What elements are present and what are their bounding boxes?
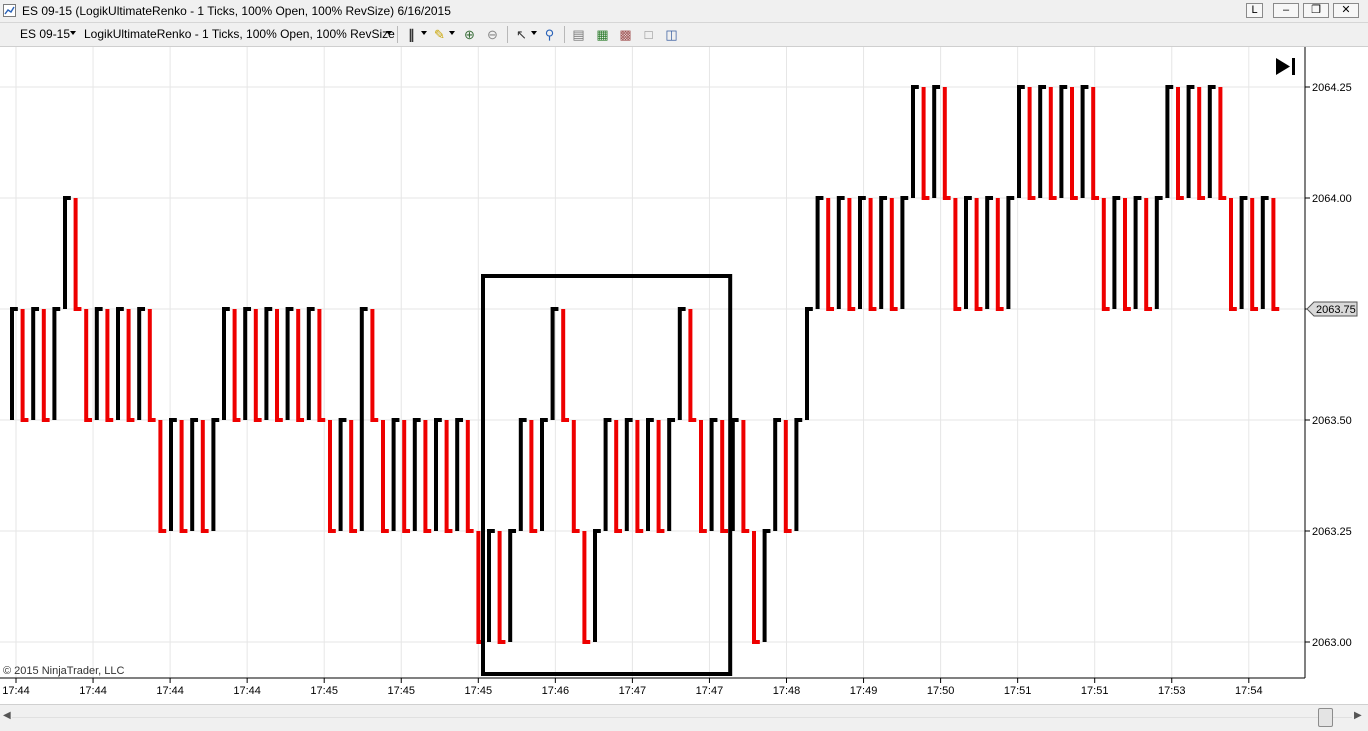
x-tick-label: 17:54 <box>1235 685 1263 697</box>
templates-icon[interactable]: ◫ <box>663 26 680 43</box>
horizontal-scrollbar[interactable]: ◀ ▶ <box>0 704 1368 731</box>
x-tick-label: 17:49 <box>850 685 878 697</box>
x-tick-label: 17:53 <box>1158 685 1186 697</box>
zoom-in-icon[interactable]: ⊕ <box>461 26 478 43</box>
x-tick-label: 17:47 <box>619 685 647 697</box>
magnifier-icon[interactable]: ⚲ <box>541 26 558 43</box>
minimize-button[interactable]: – <box>1273 3 1299 18</box>
instrument-selector[interactable]: ES 09-15 <box>20 27 70 41</box>
scroll-track[interactable] <box>12 717 1352 718</box>
maximize-button[interactable]: ❐ <box>1303 3 1329 18</box>
x-tick-label: 17:48 <box>773 685 801 697</box>
x-tick-label: 17:51 <box>1081 685 1109 697</box>
toolbar-separator <box>564 26 565 43</box>
strategies-icon[interactable]: ▩ <box>617 26 634 43</box>
current-price-tag: 2063.75 <box>1306 301 1358 317</box>
chart-window-icon <box>3 4 16 17</box>
cursor-icon[interactable]: ↖ <box>513 26 530 43</box>
scroll-right-arrow-icon[interactable]: ▶ <box>1354 710 1362 721</box>
close-button[interactable]: ✕ <box>1333 3 1359 18</box>
x-tick-label: 17:47 <box>696 685 724 697</box>
pencil-dropdown-icon[interactable] <box>449 31 455 35</box>
x-tick-label: 17:44 <box>233 685 261 697</box>
chart-toolbar: ES 09-15 LogikUltimateRenko - 1 Ticks, 1… <box>0 23 1368 47</box>
toolbar-separator <box>397 26 398 43</box>
x-tick-label: 17:45 <box>310 685 338 697</box>
x-tick-label: 17:46 <box>542 685 570 697</box>
bar-spacing-dropdown-icon[interactable] <box>421 31 427 35</box>
x-tick-label: 17:45 <box>387 685 415 697</box>
x-tick-label: 17:44 <box>156 685 184 697</box>
toolbar-separator <box>507 26 508 43</box>
copyright-label: © 2015 NinjaTrader, LLC <box>3 665 124 677</box>
x-tick-label: 17:44 <box>79 685 107 697</box>
window-titlebar: ES 09-15 (LogikUltimateRenko - 1 Ticks, … <box>0 0 1368 23</box>
y-tick-label: 2063.00 <box>1312 637 1352 649</box>
instrument-dropdown-icon[interactable] <box>70 31 76 35</box>
x-tick-label: 17:51 <box>1004 685 1032 697</box>
bar-type-selector[interactable]: LogikUltimateRenko - 1 Ticks, 100% Open,… <box>84 27 395 41</box>
bar-spacing-icon[interactable]: ∥ <box>403 26 420 43</box>
cursor-dropdown-icon[interactable] <box>531 31 537 35</box>
pencil-icon[interactable]: ✎ <box>431 26 448 43</box>
y-tick-label: 2064.25 <box>1312 82 1352 94</box>
chart-background <box>0 47 1368 704</box>
renko-chart[interactable]: 2063.00 2063.25 2063.50 2064.00 2064.25 2063.… <box>0 47 1368 704</box>
current-price-label: 2063.75 <box>1316 304 1356 316</box>
bar-type-dropdown-icon[interactable] <box>386 31 392 35</box>
x-tick-label: 17:50 <box>927 685 955 697</box>
y-tick-label: 2064.00 <box>1312 193 1352 205</box>
data-box-icon[interactable]: ▤ <box>570 26 587 43</box>
scroll-left-arrow-icon[interactable]: ◀ <box>3 710 11 721</box>
zoom-out-icon[interactable]: ⊖ <box>484 26 501 43</box>
indicators-icon[interactable]: ▦ <box>594 26 611 43</box>
y-tick-label: 2063.25 <box>1312 526 1352 538</box>
window-title: ES 09-15 (LogikUltimateRenko - 1 Ticks, … <box>22 4 451 18</box>
scroll-thumb[interactable] <box>1318 708 1333 727</box>
x-tick-label: 17:44 <box>2 685 30 697</box>
link-button[interactable]: L <box>1246 3 1263 18</box>
x-tick-label: 17:45 <box>465 685 493 697</box>
y-tick-label: 2063.50 <box>1312 415 1352 427</box>
properties-icon[interactable]: □ <box>640 26 657 43</box>
